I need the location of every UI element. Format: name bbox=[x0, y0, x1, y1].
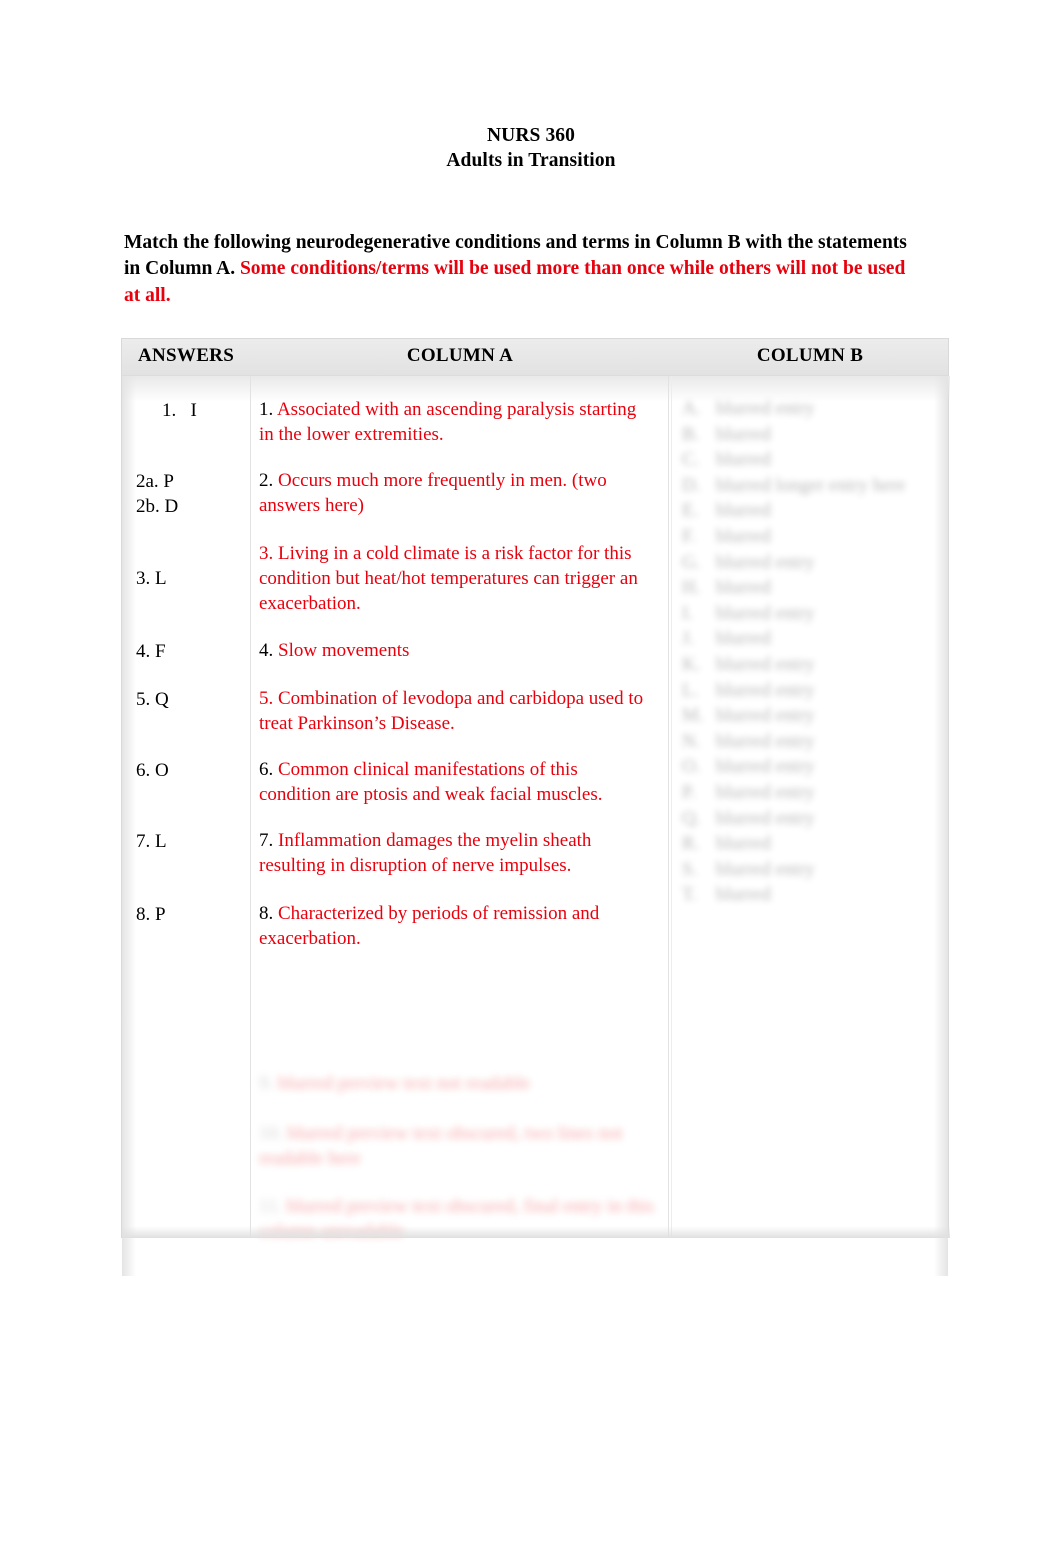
column-b-item: D. blurred longer entry here bbox=[682, 474, 906, 496]
answer-4: 4. F bbox=[136, 641, 166, 662]
column-b-item: M. blurred entry bbox=[682, 705, 815, 727]
statement-6-number: 6. bbox=[259, 759, 274, 780]
statement-10-number: 10. bbox=[259, 1123, 283, 1144]
statement-10-obscured: 10. blurred preview text obscured, two l… bbox=[259, 1121, 659, 1171]
column-b-item: B. blurred bbox=[682, 423, 771, 445]
column-b-item: R. blurred bbox=[682, 833, 771, 855]
statement-4-text: Slow movements bbox=[278, 640, 410, 661]
statement-9-text: blurred preview text not readable bbox=[278, 1073, 531, 1094]
title-line-1: NURS 360 bbox=[486, 125, 576, 146]
column-b-item: J. blurred bbox=[682, 628, 771, 650]
answer-2b: 2b. D bbox=[136, 496, 179, 517]
column-b-item: O. blurred entry bbox=[682, 756, 815, 778]
column-b-item: C. blurred bbox=[682, 449, 771, 471]
statement-7-number: 7. bbox=[259, 830, 274, 851]
statement-5-number: 5. bbox=[259, 688, 274, 709]
matching-table: ANSWERS COLUMN A COLUMN B 1. I 2a. P 2b.… bbox=[121, 338, 950, 1276]
statement-9-number: 9. bbox=[259, 1073, 274, 1094]
document-page: NURS 360 Adults in Transition Match the … bbox=[0, 0, 1062, 1556]
column-b-item: S. blurred entry bbox=[682, 858, 815, 880]
header-answers: ANSWERS bbox=[138, 345, 235, 366]
statement-2-text: Occurs much more frequently in men. (two… bbox=[259, 470, 607, 517]
column-a-cells: 1. Associated with an ascending paralysi… bbox=[251, 376, 668, 1242]
statement-11-text: blurred preview text obscured, final ent… bbox=[259, 1196, 655, 1243]
statement-5: 5. Combination of levodopa and carbidopa… bbox=[259, 686, 654, 736]
statement-6-text: Common clinical manifestations of this c… bbox=[259, 759, 603, 806]
statement-1: 1. Associated with an ascending paralysi… bbox=[259, 397, 654, 447]
statement-7-text: Inflammation damages the myelin sheath r… bbox=[259, 830, 592, 877]
statement-8-number: 8. bbox=[259, 903, 274, 924]
statement-3: 3. Living in a cold climate is a risk fa… bbox=[259, 541, 654, 617]
statement-7: 7. Inflammation damages the myelin sheat… bbox=[259, 828, 654, 878]
instructions-red-text: Some conditions/terms will be used more … bbox=[124, 258, 906, 306]
column-b-item: Q. blurred entry bbox=[682, 807, 815, 829]
column-b-item: A. blurred entry bbox=[682, 398, 815, 419]
statement-3-text: Living in a cold climate is a risk facto… bbox=[259, 543, 638, 615]
statement-6: 6. Common clinical manifestations of thi… bbox=[259, 757, 654, 807]
answer-1: 1. I bbox=[162, 400, 197, 421]
content-fade-overlay bbox=[251, 962, 668, 1004]
statement-1-number: 1. bbox=[259, 399, 274, 420]
title-line-2: Adults in Transition bbox=[446, 149, 616, 171]
answer-5: 5. Q bbox=[136, 689, 169, 710]
column-b-item: N. blurred entry bbox=[682, 730, 815, 752]
statement-1-text: Associated with an ascending paralysis s… bbox=[259, 399, 637, 446]
answer-7: 7. L bbox=[136, 831, 167, 852]
column-b-obscured-list: A. blurred entry B. blurred C. blurred D. bl… bbox=[682, 396, 982, 908]
answer-8: 8. P bbox=[136, 904, 166, 925]
statement-10-text: blurred preview text obscured, two lines… bbox=[259, 1123, 623, 1170]
column-b-item: G. blurred entry bbox=[682, 551, 815, 573]
header-column-a: COLUMN A bbox=[406, 345, 514, 366]
column-b-item: E. blurred bbox=[682, 500, 771, 522]
statement-2: 2. Occurs much more frequently in men. (… bbox=[259, 468, 654, 518]
answers-column: 1. I 2a. P 2b. D 3. L 4. F 5. Q 6. O 7. … bbox=[122, 376, 250, 1238]
column-divider-a-b bbox=[668, 376, 669, 1238]
answer-6: 6. O bbox=[136, 760, 169, 781]
column-b-item: I. blurred entry bbox=[682, 602, 815, 624]
column-b-item: P. blurred entry bbox=[682, 781, 815, 803]
statement-3-number: 3. bbox=[259, 543, 274, 564]
statement-5-text: Combination of levodopa and carbidopa us… bbox=[259, 688, 644, 735]
statement-4: 4. Slow movements bbox=[259, 638, 654, 663]
statement-11-obscured: 11. blurred preview text obscured, final… bbox=[259, 1194, 659, 1244]
column-b-item: T. blurred bbox=[682, 884, 771, 906]
column-b-item: H. blurred bbox=[682, 577, 771, 599]
column-b-item: F. blurred bbox=[682, 525, 771, 547]
page-title: NURS 360 Adults in Transition bbox=[0, 124, 1062, 173]
column-b-cells: A. blurred entry B. blurred C. blurred D. bl… bbox=[672, 376, 949, 1238]
column-b-item: L. blurred entry bbox=[682, 679, 815, 701]
header-column-b: COLUMN B bbox=[756, 345, 864, 366]
instructions-paragraph: Match the following neurodegenerative co… bbox=[124, 230, 924, 310]
statement-8: 8. Characterized by periods of remission… bbox=[259, 901, 654, 951]
table-body: 1. I 2a. P 2b. D 3. L 4. F 5. Q 6. O 7. … bbox=[122, 376, 950, 1276]
table-header-row: ANSWERS COLUMN A COLUMN B bbox=[122, 339, 948, 376]
statement-4-number: 4. bbox=[259, 640, 274, 661]
answer-3: 3. L bbox=[136, 568, 167, 589]
column-b-item: K. blurred entry bbox=[682, 653, 815, 675]
statement-9-obscured: 9. blurred preview text not readable bbox=[259, 1071, 659, 1096]
statement-8-text: Characterized by periods of remission an… bbox=[259, 903, 600, 950]
answer-2a: 2a. P bbox=[136, 471, 174, 492]
statement-2-number: 2. bbox=[259, 470, 274, 491]
statement-11-number: 11. bbox=[259, 1196, 283, 1217]
